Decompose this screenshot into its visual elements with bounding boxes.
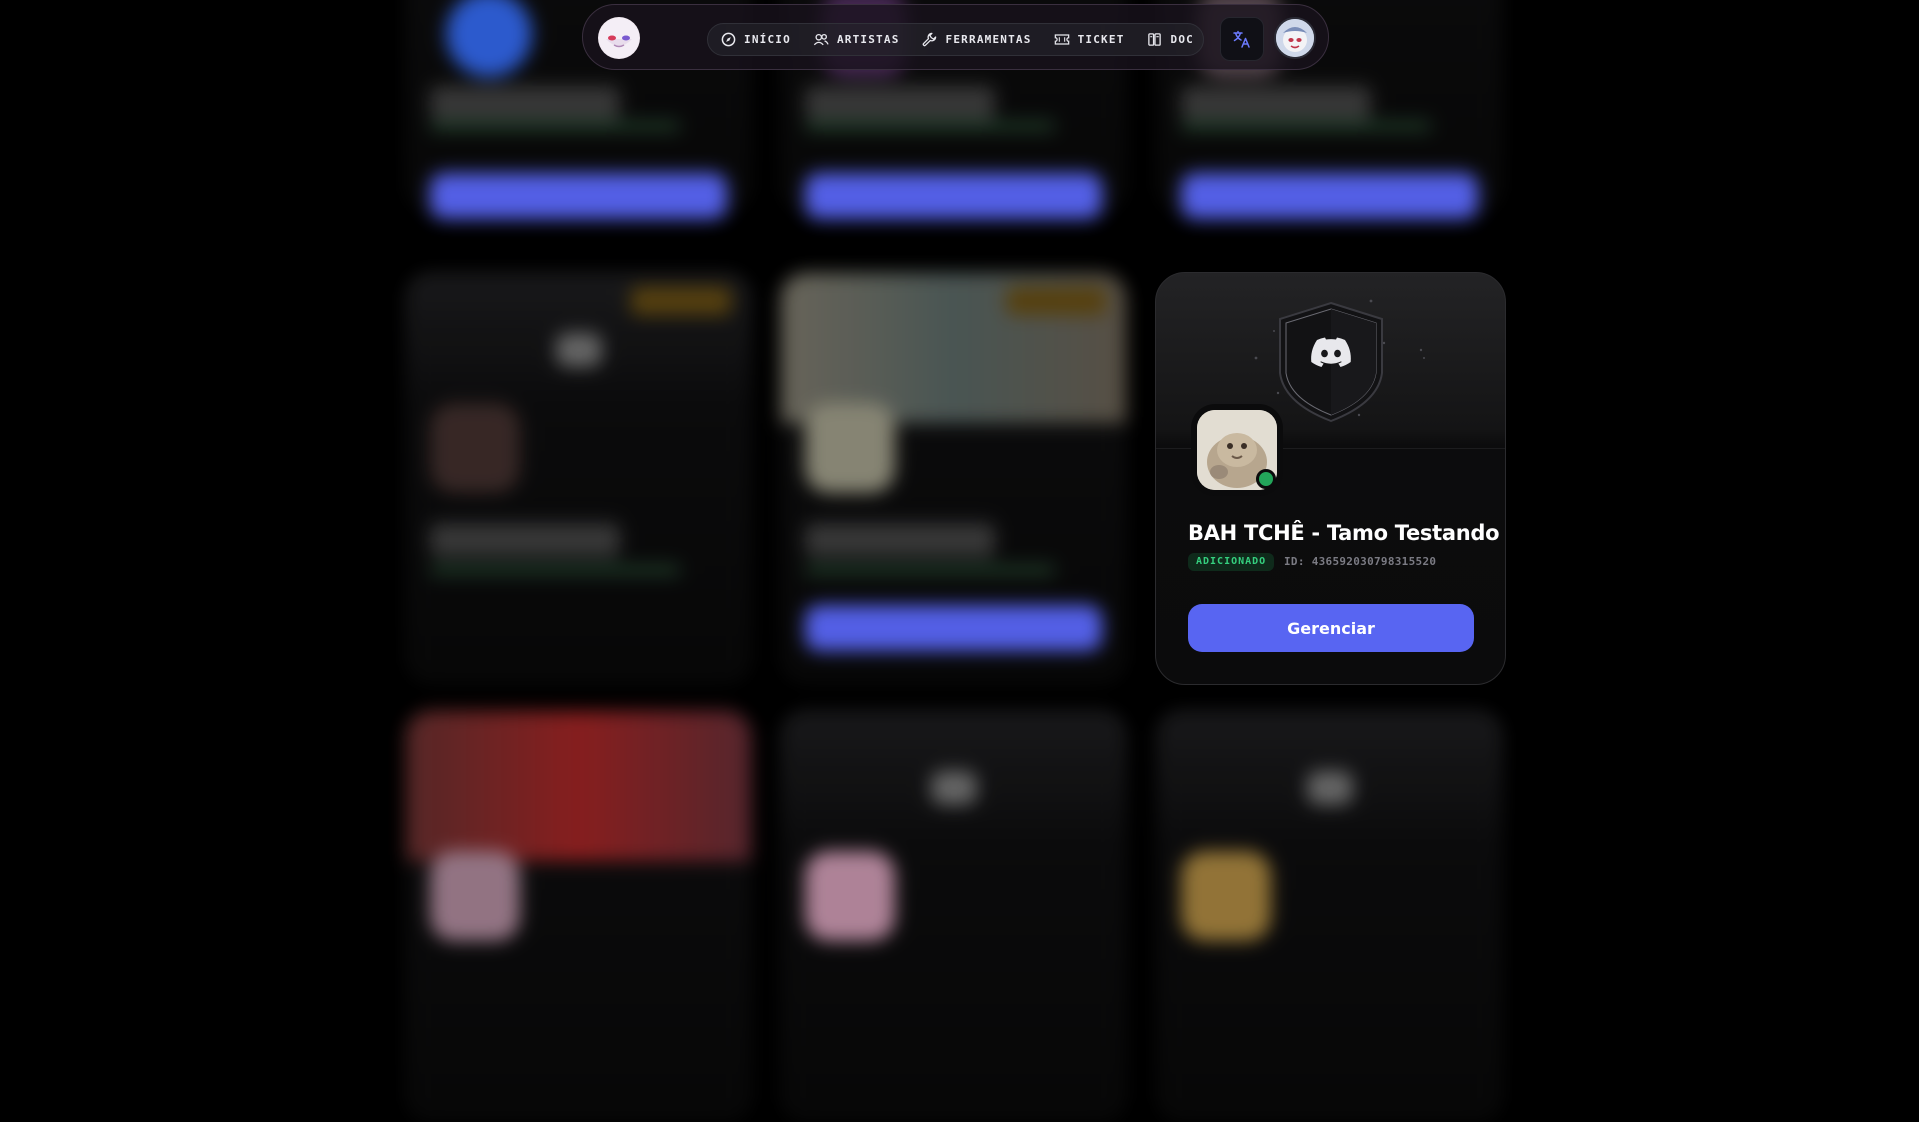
nav-link-label: TICKET — [1077, 33, 1125, 46]
nav-link-inicio[interactable]: INÍCIO — [720, 23, 791, 56]
translate-icon — [1233, 30, 1250, 48]
status-badge: ADICIONADO — [1188, 553, 1275, 571]
nav-link-doc[interactable]: DOC — [1147, 23, 1194, 56]
manage-button[interactable]: Gerenciar — [1188, 604, 1474, 652]
user-avatar[interactable] — [1274, 17, 1316, 59]
language-button[interactable] — [1220, 17, 1264, 61]
background-server-card — [780, 272, 1127, 684]
background-server-card — [780, 710, 1127, 1122]
nav-link-ticket[interactable]: TICKET — [1054, 23, 1125, 56]
background-server-grid — [0, 0, 1919, 1122]
top-navbar: INÍCIO ARTISTAS FERRAMENTAS TICKET DOC — [582, 4, 1329, 70]
server-card: BAH TCHÊ - Tamo Testando ADICIONADO ID: … — [1155, 272, 1506, 685]
nav-links: INÍCIO ARTISTAS FERRAMENTAS TICKET DOC — [707, 23, 1204, 56]
background-server-card — [405, 272, 752, 684]
logo-face-icon — [599, 18, 639, 58]
background-server-card — [405, 710, 752, 1122]
ticket-icon — [1054, 32, 1070, 48]
compass-icon — [720, 32, 736, 48]
nav-link-label: FERRAMENTAS — [945, 33, 1032, 46]
nav-link-label: INÍCIO — [744, 33, 791, 46]
nav-link-artistas[interactable]: ARTISTAS — [813, 23, 900, 56]
server-name: BAH TCHÊ - Tamo Testando — [1188, 521, 1500, 545]
online-status-dot — [1256, 469, 1276, 489]
users-icon — [813, 32, 829, 48]
background-server-card — [1156, 710, 1503, 1122]
nav-link-ferramentas[interactable]: FERRAMENTAS — [922, 23, 1032, 56]
discord-logo-icon — [1311, 337, 1351, 367]
user-avatar-image — [1276, 19, 1314, 57]
nav-link-label: DOC — [1170, 33, 1194, 46]
wrench-icon — [922, 32, 938, 48]
server-id: ID: 436592030798315520 — [1284, 555, 1437, 568]
book-icon — [1147, 32, 1163, 48]
nav-link-label: ARTISTAS — [836, 33, 900, 46]
site-logo[interactable] — [598, 17, 640, 59]
